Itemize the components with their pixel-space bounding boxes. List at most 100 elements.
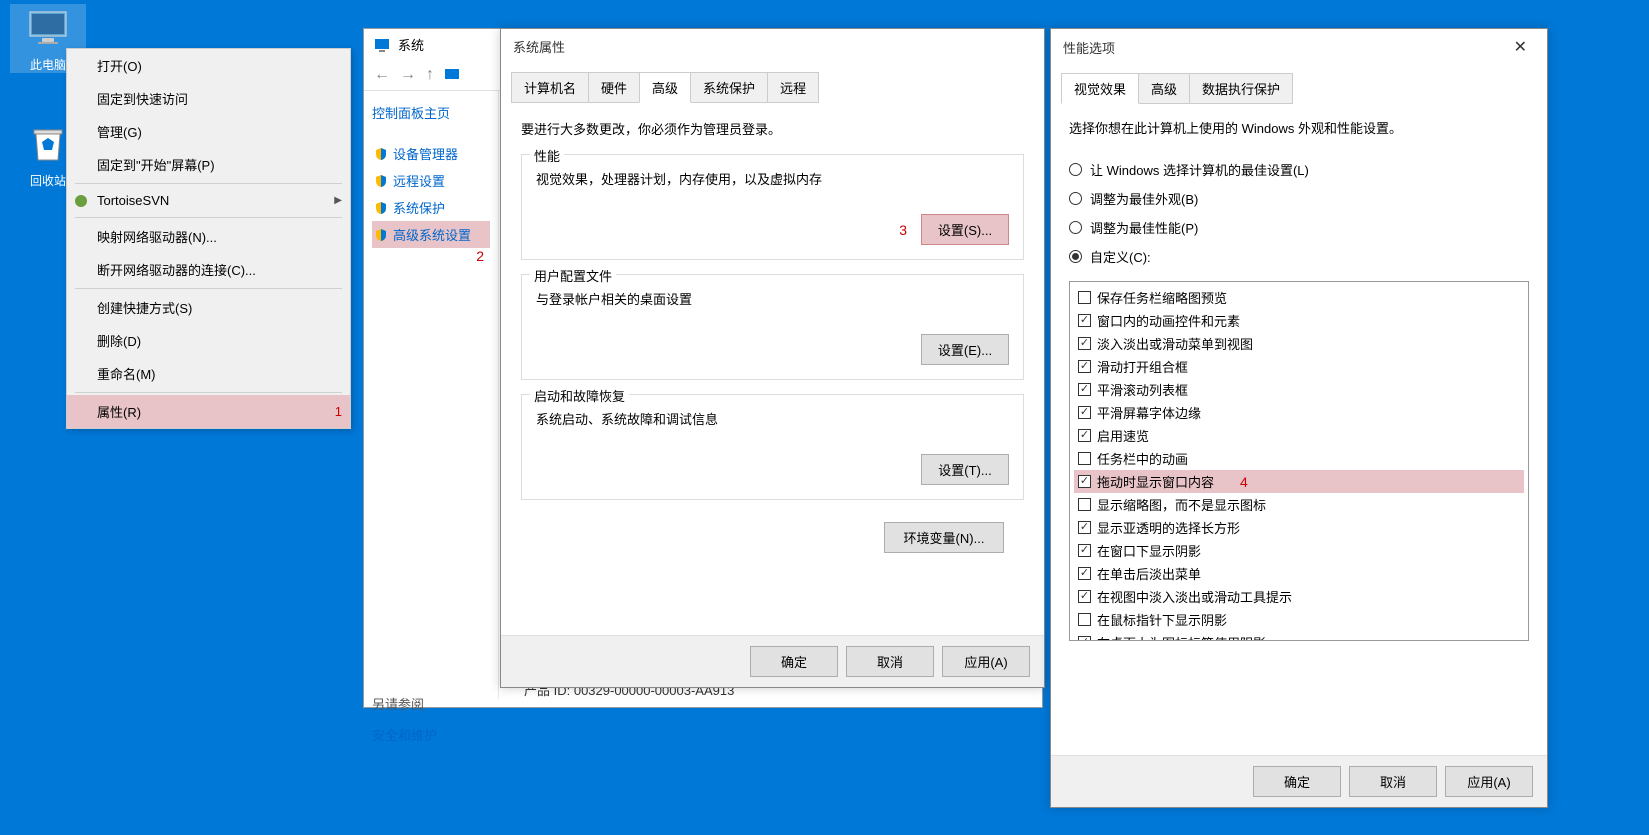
tab-hardware[interactable]: 硬件 <box>588 72 640 103</box>
radio-custom[interactable]: 自定义(C): <box>1069 242 1529 271</box>
radio-icon <box>1069 221 1082 234</box>
checkbox-item[interactable]: 在视图中淡入淡出或滑动工具提示 <box>1074 585 1524 608</box>
checkbox-item[interactable]: 在桌面上为图标标签使用阴影 <box>1074 631 1524 641</box>
menu-properties[interactable]: 属性(R) 1 <box>67 395 350 428</box>
menu-rename[interactable]: 重命名(M) <box>67 357 350 390</box>
radio-best-appearance[interactable]: 调整为最佳外观(B) <box>1069 184 1529 213</box>
checkbox-item[interactable]: 拖动时显示窗口内容4 <box>1074 470 1524 493</box>
shield-icon <box>374 147 388 161</box>
checkbox-label: 任务栏中的动画 <box>1097 449 1188 468</box>
groupbox-title: 用户配置文件 <box>530 266 616 285</box>
checkbox-label: 在视图中淡入淡出或滑动工具提示 <box>1097 587 1292 606</box>
tab-advanced[interactable]: 高级 <box>639 72 691 103</box>
checkbox-item[interactable]: 保存任务栏缩略图预览 <box>1074 286 1524 309</box>
radio-icon <box>1069 163 1082 176</box>
menu-tortoisesvn[interactable]: TortoiseSVN ▶ <box>67 186 350 215</box>
chevron-right-icon: ▶ <box>334 195 342 206</box>
checkbox-icon <box>1078 498 1091 511</box>
tortoise-icon <box>73 193 89 209</box>
checkbox-item[interactable]: 滑动打开组合框 <box>1074 355 1524 378</box>
performance-settings-button[interactable]: 设置(S)... <box>921 214 1009 245</box>
menu-map-drive[interactable]: 映射网络驱动器(N)... <box>67 220 350 253</box>
device-manager-link[interactable]: 设备管理器 <box>372 140 490 167</box>
advanced-system-settings-link[interactable]: 高级系统设置 <box>372 221 490 248</box>
tab-advanced[interactable]: 高级 <box>1138 73 1190 104</box>
menu-pin-quick-access[interactable]: 固定到快速访问 <box>67 82 350 115</box>
menu-open[interactable]: 打开(O) <box>67 49 350 82</box>
checkbox-item[interactable]: 显示缩略图，而不是显示图标 <box>1074 493 1524 516</box>
checkbox-item[interactable]: 显示亚透明的选择长方形 <box>1074 516 1524 539</box>
tab-computer-name[interactable]: 计算机名 <box>511 72 589 103</box>
dialog-titlebar: 性能选项 ✕ <box>1051 29 1547 65</box>
checkbox-item[interactable]: 平滑屏幕字体边缘 <box>1074 401 1524 424</box>
checkbox-item[interactable]: 淡入淡出或滑动菜单到视图 <box>1074 332 1524 355</box>
dialog-title: 系统属性 <box>501 29 1044 64</box>
tabs: 计算机名 硬件 高级 系统保护 远程 <box>501 72 1044 103</box>
checkbox-label: 平滑滚动列表框 <box>1097 380 1188 399</box>
performance-options-dialog: 性能选项 ✕ 视觉效果 高级 数据执行保护 选择你想在此计算机上使用的 Wind… <box>1050 28 1548 808</box>
checkbox-item[interactable]: 窗口内的动画控件和元素 <box>1074 309 1524 332</box>
tab-remote[interactable]: 远程 <box>767 72 819 103</box>
tab-dep[interactable]: 数据执行保护 <box>1189 73 1293 104</box>
tabs: 视觉效果 高级 数据执行保护 <box>1051 73 1547 104</box>
radio-group: 让 Windows 选择计算机的最佳设置(L) 调整为最佳外观(B) 调整为最佳… <box>1069 155 1529 271</box>
apply-button[interactable]: 应用(A) <box>942 646 1030 677</box>
checkbox-item[interactable]: 在鼠标指针下显示阴影 <box>1074 608 1524 631</box>
checkbox-label: 平滑屏幕字体边缘 <box>1097 403 1201 422</box>
user-profile-groupbox: 用户配置文件 与登录帐户相关的桌面设置 设置(E)... <box>521 274 1024 380</box>
menu-manage[interactable]: 管理(G) <box>67 115 350 148</box>
tab-visual-effects[interactable]: 视觉效果 <box>1061 73 1139 104</box>
cancel-button[interactable]: 取消 <box>846 646 934 677</box>
menu-disconnect-drive[interactable]: 断开网络驱动器的连接(C)... <box>67 253 350 286</box>
remote-settings-link[interactable]: 远程设置 <box>372 167 490 194</box>
checkbox-label: 窗口内的动画控件和元素 <box>1097 311 1240 330</box>
forward-button[interactable]: → <box>400 66 416 84</box>
checkbox-icon <box>1078 337 1091 350</box>
tab-system-protection[interactable]: 系统保护 <box>690 72 768 103</box>
checkbox-item[interactable]: 在单击后淡出菜单 <box>1074 562 1524 585</box>
ok-button[interactable]: 确定 <box>750 646 838 677</box>
dialog-title-text: 性能选项 <box>1063 38 1115 57</box>
checkbox-label: 启用速览 <box>1097 426 1149 445</box>
checkbox-icon <box>1078 406 1091 419</box>
back-button[interactable]: ← <box>374 66 390 84</box>
radio-best-performance[interactable]: 调整为最佳性能(P) <box>1069 213 1529 242</box>
checkbox-icon <box>1078 360 1091 373</box>
user-profile-settings-button[interactable]: 设置(E)... <box>921 334 1009 365</box>
environment-variables-button[interactable]: 环境变量(N)... <box>884 522 1004 553</box>
checkbox-label: 显示亚透明的选择长方形 <box>1097 518 1240 537</box>
up-button[interactable]: ↑ <box>426 66 434 84</box>
see-also-heading: 另请参阅 <box>372 694 490 713</box>
menu-delete[interactable]: 删除(D) <box>67 324 350 357</box>
checkbox-item[interactable]: 任务栏中的动画 <box>1074 447 1524 470</box>
close-button[interactable]: ✕ <box>1506 37 1535 57</box>
visual-effects-checkbox-list[interactable]: 保存任务栏缩略图预览窗口内的动画控件和元素淡入淡出或滑动菜单到视图滑动打开组合框… <box>1069 281 1529 641</box>
ok-button[interactable]: 确定 <box>1253 766 1341 797</box>
checkbox-item[interactable]: 在窗口下显示阴影 <box>1074 539 1524 562</box>
apply-button[interactable]: 应用(A) <box>1445 766 1533 797</box>
checkbox-label: 在鼠标指针下显示阴影 <box>1097 610 1227 629</box>
menu-pin-start[interactable]: 固定到"开始"屏幕(P) <box>67 148 350 181</box>
control-panel-home-link[interactable]: 控制面板主页 <box>372 103 490 122</box>
security-maintenance-link[interactable]: 安全和维护 <box>372 725 490 744</box>
checkbox-item[interactable]: 启用速览 <box>1074 424 1524 447</box>
checkbox-label: 拖动时显示窗口内容 <box>1097 472 1214 491</box>
system-protection-link[interactable]: 系统保护 <box>372 194 490 221</box>
radio-let-windows[interactable]: 让 Windows 选择计算机的最佳设置(L) <box>1069 155 1529 184</box>
checkbox-icon <box>1078 383 1091 396</box>
cancel-button[interactable]: 取消 <box>1349 766 1437 797</box>
groupbox-title: 性能 <box>530 146 564 165</box>
menu-create-shortcut[interactable]: 创建快捷方式(S) <box>67 291 350 324</box>
checkbox-label: 在桌面上为图标标签使用阴影 <box>1097 633 1266 641</box>
admin-note: 要进行大多数更改，你必须作为管理员登录。 <box>521 119 1024 138</box>
annotation-1: 1 <box>335 404 342 419</box>
window-title: 系统 <box>398 35 424 54</box>
groupbox-desc: 视觉效果，处理器计划，内存使用，以及虚拟内存 <box>536 169 1009 188</box>
annotation-2: 2 <box>476 248 484 264</box>
checkbox-icon <box>1078 590 1091 603</box>
startup-settings-button[interactable]: 设置(T)... <box>921 454 1009 485</box>
checkbox-item[interactable]: 平滑滚动列表框 <box>1074 378 1524 401</box>
checkbox-label: 在单击后淡出菜单 <box>1097 564 1201 583</box>
checkbox-icon <box>1078 429 1091 442</box>
sidebar: 控制面板主页 设备管理器 远程设置 系统保护 高级系统设置 2 另请参阅 安全和… <box>364 91 499 699</box>
